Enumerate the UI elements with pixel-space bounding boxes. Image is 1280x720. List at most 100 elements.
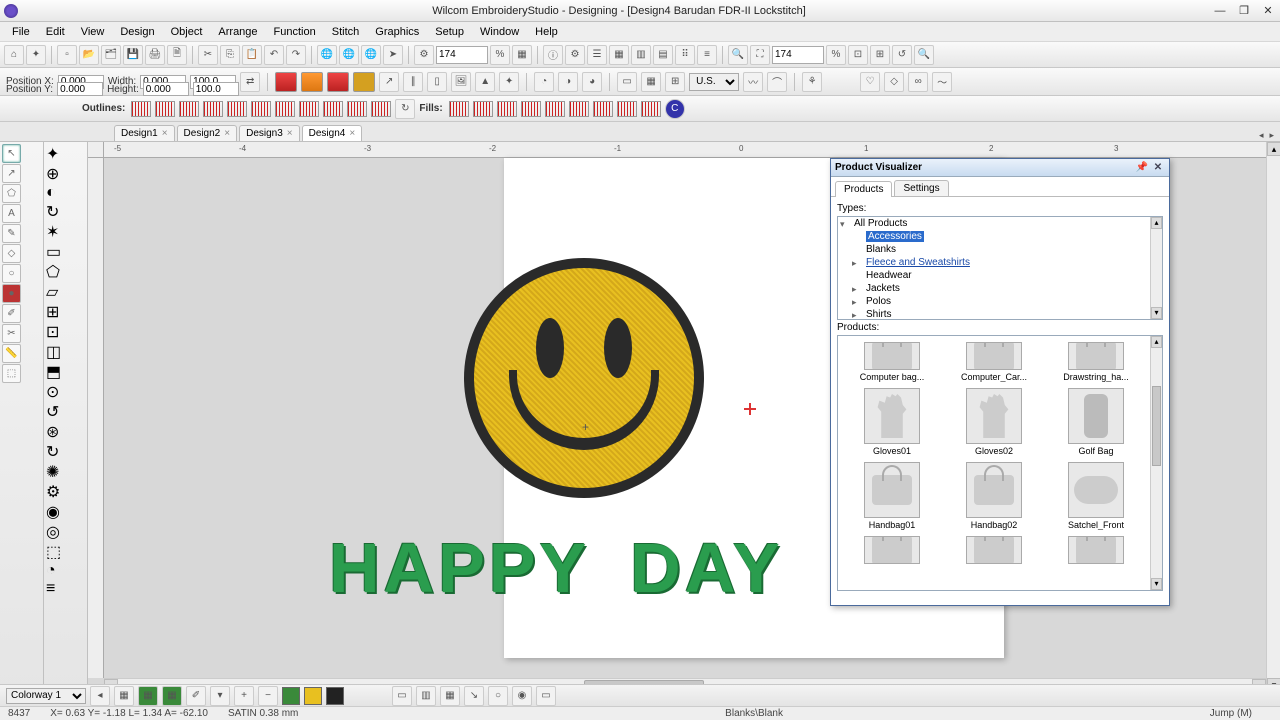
zoom-fit-icon[interactable]: ⛶	[750, 45, 770, 65]
recent-icon[interactable]: 🗂	[101, 45, 121, 65]
cb-tool-3[interactable]: ▦	[440, 686, 460, 706]
product-partial-3[interactable]	[1048, 536, 1144, 564]
globe1-icon[interactable]: 🌐	[317, 45, 337, 65]
parallel-icon[interactable]: ∥	[403, 72, 423, 92]
expand-icon[interactable]: ▸	[852, 310, 861, 319]
tool-b16[interactable]: ↻	[46, 442, 85, 462]
smiley-embroidery[interactable]	[464, 258, 704, 498]
palette-add-icon[interactable]: ▦	[138, 686, 158, 706]
product-partial-2[interactable]	[946, 536, 1042, 564]
menu-help[interactable]: Help	[527, 24, 566, 40]
tool-b1[interactable]: ✦	[46, 144, 85, 164]
tool-b7[interactable]: ⬠	[46, 262, 85, 282]
zoom-tool-icon[interactable]: 🔍	[728, 45, 748, 65]
lock-aspect-icon[interactable]: ⇄	[240, 72, 260, 92]
product-handbag01[interactable]: Handbag01	[844, 462, 940, 530]
tool-b9[interactable]: ⊞	[46, 302, 85, 322]
tool-b12[interactable]: ⬒	[46, 362, 85, 382]
print-icon[interactable]: 🖨	[145, 45, 165, 65]
menu-function[interactable]: Function	[266, 24, 324, 40]
shape-tool[interactable]: ◇	[2, 244, 21, 263]
tree-scroll-down-icon[interactable]: ▾	[1151, 307, 1162, 319]
undo-icon[interactable]: ↶	[264, 45, 284, 65]
color-swatch-2[interactable]	[304, 687, 322, 705]
view-lines-icon[interactable]: ≡	[697, 45, 717, 65]
maximize-button[interactable]: ❐	[1236, 4, 1252, 18]
product-satchel[interactable]: Satchel_Front	[1048, 462, 1144, 530]
close-button[interactable]: ✕	[1260, 4, 1276, 18]
menu-edit[interactable]: Edit	[38, 24, 73, 40]
tool-b11[interactable]: ◫	[46, 342, 85, 362]
cb-tool-1[interactable]: ▭	[392, 686, 412, 706]
fill-stitch-9[interactable]	[641, 101, 661, 117]
tool-b23[interactable]: ≡	[46, 580, 85, 598]
cb-tool-5[interactable]: ○	[488, 686, 508, 706]
save-icon[interactable]: 💾	[123, 45, 143, 65]
redo-icon[interactable]: ↷	[286, 45, 306, 65]
angle-icon[interactable]: ↗	[379, 72, 399, 92]
close-icon[interactable]: ×	[349, 128, 355, 139]
product-golfbag[interactable]: Golf Bag	[1048, 388, 1144, 456]
close-icon[interactable]: ×	[162, 128, 168, 139]
outline-stitch-1[interactable]	[131, 101, 151, 117]
menu-arrange[interactable]: Arrange	[210, 24, 265, 40]
outline-stitch-5[interactable]	[227, 101, 247, 117]
tree-root[interactable]: ▾All Products	[838, 217, 1162, 230]
menu-design[interactable]: Design	[112, 24, 162, 40]
cut-icon[interactable]: ✂	[198, 45, 218, 65]
tab-settings[interactable]: Settings	[894, 180, 948, 196]
palette-icon[interactable]: ▦	[114, 686, 134, 706]
home-icon[interactable]: ⌂	[4, 45, 24, 65]
auto1-icon[interactable]: ◔	[534, 72, 554, 92]
pos-y-input[interactable]	[57, 82, 103, 96]
outline-stitch-11[interactable]	[371, 101, 391, 117]
expand-icon[interactable]: ▸	[852, 284, 861, 293]
product-computer-bag[interactable]: Computer bag...	[844, 342, 940, 382]
globe3-icon[interactable]: 🌐	[361, 45, 381, 65]
fill-stitch-2[interactable]	[473, 101, 493, 117]
zoom-actual-icon[interactable]: ⊡	[848, 45, 868, 65]
wave-icon[interactable]: 〜	[932, 72, 952, 92]
fill-stitch-8[interactable]	[617, 101, 637, 117]
view-bar-icon[interactable]: ▤	[653, 45, 673, 65]
menu-object[interactable]: Object	[163, 24, 211, 40]
tool-b10[interactable]: ⊡	[46, 322, 85, 342]
tree-item-blanks[interactable]: Blanks	[838, 243, 1162, 256]
tab-design4[interactable]: Design4×	[302, 125, 363, 141]
zoom-sel-icon[interactable]: ⊞	[870, 45, 890, 65]
stitch-type-tatami-icon[interactable]	[301, 72, 323, 92]
select-tool[interactable]: ↖	[2, 144, 21, 163]
menu-view[interactable]: View	[73, 24, 113, 40]
product-drawstring[interactable]: Drawstring_ha...	[1048, 342, 1144, 382]
polygon-tool[interactable]: ⬠	[2, 184, 21, 203]
stitch-type-motif-icon[interactable]	[353, 72, 375, 92]
globe2-icon[interactable]: 🌐	[339, 45, 359, 65]
scrollbar-vertical[interactable]: ▴ ▾	[1266, 142, 1280, 692]
tool-b13[interactable]: ⊙	[46, 382, 85, 402]
color-swatch-3[interactable]	[326, 687, 344, 705]
tool-b17[interactable]: ✺	[46, 462, 85, 482]
tree-item-fleece[interactable]: ▸Fleece and Sweatshirts	[838, 256, 1162, 269]
outline-stitch-4[interactable]	[203, 101, 223, 117]
zoom-combo-1[interactable]	[436, 46, 488, 64]
minus-icon[interactable]: −	[258, 686, 278, 706]
outline-stitch-3[interactable]	[179, 101, 199, 117]
tab-design2[interactable]: Design2×	[177, 125, 238, 141]
loop-icon[interactable]: ∞	[908, 72, 928, 92]
view-dots-icon[interactable]: ⠿	[675, 45, 695, 65]
tool-b15[interactable]: ⊛	[46, 422, 85, 442]
rect-icon[interactable]: ▭	[617, 72, 637, 92]
stitch-type-zigzag-icon[interactable]	[327, 72, 349, 92]
minimize-button[interactable]: —	[1212, 4, 1228, 18]
knife-tool[interactable]: ✂	[2, 324, 21, 343]
tab-next-icon[interactable]: ▸	[1267, 130, 1276, 141]
fill-stitch-4[interactable]	[521, 101, 541, 117]
zoom-prev-icon[interactable]: ↺	[892, 45, 912, 65]
circle-tool[interactable]: ○	[2, 264, 21, 283]
tree-item-jackets[interactable]: ▸Jackets	[838, 282, 1162, 295]
fill-stitch-7[interactable]	[593, 101, 613, 117]
height-pct-input[interactable]	[193, 82, 239, 96]
tree-scroll-up-icon[interactable]: ▴	[1151, 217, 1162, 229]
product-gloves01[interactable]: Gloves01	[844, 388, 940, 456]
tool-b2[interactable]: ⊕	[46, 164, 85, 184]
